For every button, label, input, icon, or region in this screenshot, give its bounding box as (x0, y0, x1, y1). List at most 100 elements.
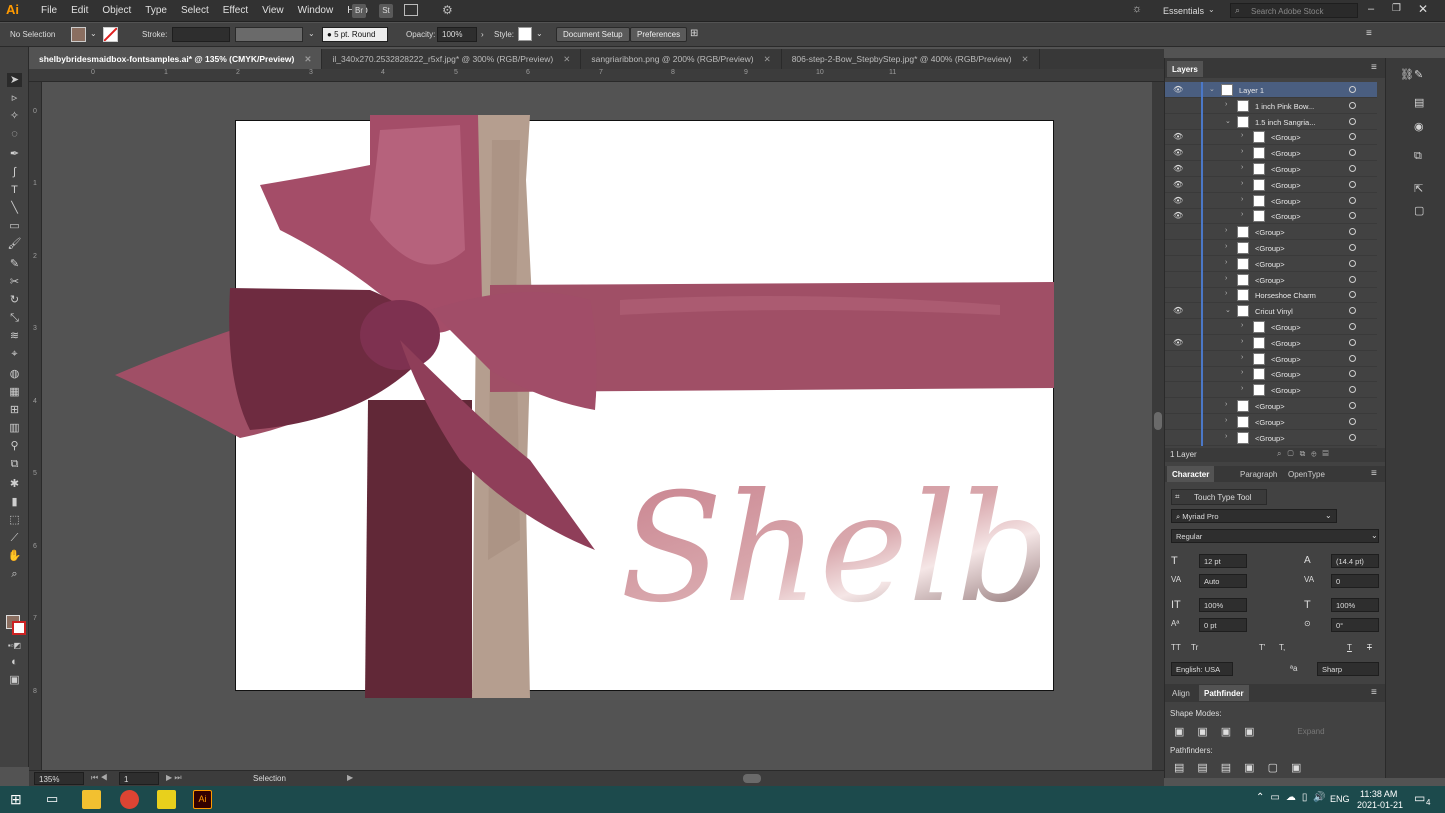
illustrator-taskbar-icon[interactable]: Ai (193, 790, 212, 809)
system-tray-icons[interactable]: ⌃▭☁▯🔊 (1256, 792, 1332, 803)
blend-tool-icon[interactable]: ⧉ (7, 457, 22, 471)
chevron-right-icon[interactable]: › (1241, 322, 1243, 329)
layer-row[interactable]: 👁 › <Group> (1165, 161, 1377, 177)
fill-swatch[interactable] (71, 27, 86, 42)
visibility-eye-icon[interactable]: 👁 (1173, 85, 1183, 94)
tab-pathfinder[interactable]: Pathfinder (1199, 685, 1249, 701)
zoom-field[interactable]: 135% (34, 772, 84, 785)
underline-button[interactable]: T (1347, 643, 1352, 652)
layer-row[interactable]: › <Group> (1165, 319, 1377, 335)
color-mode-icon[interactable]: ▪▫◩ (7, 639, 22, 653)
target-circle-icon[interactable] (1349, 259, 1356, 267)
tab-align[interactable]: Align (1167, 685, 1195, 701)
horizontal-scroll-thumb[interactable] (743, 774, 761, 783)
font-style-field[interactable]: Regular (1171, 529, 1379, 543)
doc-tab-1[interactable]: shelbybridesmaidbox-fontsamples.ai* @ 13… (29, 49, 323, 69)
eyedropper-tool-icon[interactable]: ⚲ (7, 439, 22, 453)
chevron-right-icon[interactable]: › (1225, 417, 1227, 424)
stroke-swatch[interactable] (103, 27, 118, 42)
export-icon[interactable]: ⇱ (1414, 182, 1423, 195)
arrange-icon[interactable]: ⊞ (690, 28, 698, 39)
chevron-down-icon[interactable]: ⌄ (1225, 117, 1231, 125)
close-icon[interactable]: ✕ (1418, 2, 1428, 16)
layer-row[interactable]: › <Group> (1165, 350, 1377, 367)
strikethrough-button[interactable]: T (1367, 643, 1372, 652)
chevron-right-icon[interactable]: › (1241, 132, 1243, 139)
chevron-right-icon[interactable]: › (1225, 259, 1227, 266)
rectangle-tool-icon[interactable]: ▭ (7, 219, 22, 233)
target-circle-icon[interactable] (1349, 117, 1356, 125)
close-icon[interactable]: ✕ (304, 54, 311, 64)
brush-definition[interactable]: ● 5 pt. Round (322, 27, 388, 42)
touch-type-tool-button[interactable]: ⌗ Touch Type Tool (1171, 489, 1267, 505)
target-circle-icon[interactable] (1349, 338, 1356, 346)
layer-row[interactable]: › <Group> (1165, 366, 1377, 383)
chevron-right-icon[interactable]: › (1225, 401, 1227, 408)
layer-row[interactable]: › 1 inch Pink Bow... (1165, 97, 1377, 114)
kerning-field[interactable]: Auto (1199, 574, 1247, 588)
warp-tool-icon[interactable]: ≋ (7, 329, 22, 343)
magic-wand-tool-icon[interactable]: ✧ (7, 109, 22, 123)
layer-row[interactable]: 👁 › <Group> (1165, 192, 1377, 209)
target-circle-icon[interactable] (1349, 244, 1356, 251)
vertical-scrollbar[interactable] (1152, 82, 1164, 770)
layer-row[interactable]: 👁 › <Group> (1165, 129, 1377, 146)
menu-file[interactable]: File (34, 5, 64, 16)
target-circle-icon[interactable] (1349, 149, 1356, 157)
chevron-right-icon[interactable]: › (1225, 275, 1227, 282)
layer-row[interactable]: › <Group> (1165, 413, 1377, 430)
curvature-tool-icon[interactable]: ∫ (7, 165, 22, 179)
lightbulb-icon[interactable]: ☼ (1132, 3, 1142, 15)
language-indicator[interactable]: ENG (1330, 794, 1350, 804)
status-menu-icon[interactable]: ▶ (347, 773, 353, 782)
layer-row[interactable]: 👁 ⌄ Cricut Vinyl (1165, 303, 1377, 320)
layer-row[interactable]: › <Group> (1165, 429, 1377, 446)
visibility-eye-icon[interactable]: 👁 (1173, 180, 1183, 189)
layer-row[interactable]: 👁 › <Group> (1165, 176, 1377, 193)
scissors-tool-icon[interactable]: ✂ (7, 275, 22, 289)
notification-icon[interactable]: ▭ (1414, 791, 1425, 805)
chevron-down-icon[interactable]: ⌄ (1209, 85, 1215, 93)
target-circle-icon[interactable] (1349, 275, 1356, 283)
scale-tool-icon[interactable]: ⤡ (7, 311, 22, 325)
superscript-button[interactable]: T' (1259, 643, 1265, 652)
visibility-eye-icon[interactable]: 👁 (1173, 306, 1183, 315)
target-circle-icon[interactable] (1349, 323, 1356, 330)
layer-row[interactable]: › <Group> (1165, 382, 1377, 399)
chevron-right-icon[interactable]: › (1225, 433, 1227, 440)
selection-tool-icon[interactable]: ➤ (7, 73, 22, 87)
workspace-switcher[interactable]: Essentials (1163, 6, 1204, 16)
doc-tab-2[interactable]: il_340x270.2532828222_r5xf.jpg* @ 300% (… (322, 49, 582, 69)
menu-view[interactable]: View (255, 5, 291, 16)
paintbrush-tool-icon[interactable]: 🖌 (7, 237, 22, 251)
chevron-right-icon[interactable]: › (1241, 369, 1243, 376)
layer-row[interactable]: 👁 ⌄ Layer 1 (1165, 82, 1377, 98)
chevron-down-icon[interactable]: ⌄ (308, 29, 315, 38)
panel-menu-icon[interactable]: ≡ (1371, 62, 1377, 73)
visibility-eye-icon[interactable]: 👁 (1173, 338, 1183, 347)
layer-row[interactable]: ⌄ 1.5 inch Sangria... (1165, 113, 1377, 130)
preferences-button[interactable]: Preferences (630, 27, 688, 42)
stock-button[interactable]: St (379, 4, 393, 18)
free-transform-tool-icon[interactable]: ⌖ (7, 347, 22, 361)
all-caps-button[interactable]: TT (1171, 643, 1181, 652)
target-circle-icon[interactable] (1349, 307, 1356, 315)
search-input[interactable]: Search Adobe Stock (1251, 7, 1324, 16)
tracking-field[interactable]: 0 (1331, 574, 1379, 588)
target-circle-icon[interactable] (1349, 180, 1356, 188)
font-family-field[interactable]: ⌕ Myriad Pro (1171, 509, 1337, 523)
windows-start-icon[interactable]: ⊞ (10, 791, 22, 808)
layer-row[interactable]: 👁 › <Group> (1165, 208, 1377, 225)
target-circle-icon[interactable] (1349, 433, 1356, 441)
menu-object[interactable]: Object (95, 5, 138, 16)
subscript-button[interactable]: T, (1279, 643, 1285, 652)
mesh-tool-icon[interactable]: ⊞ (7, 403, 22, 417)
artboard-nav-next-icon[interactable]: ▶ ⏭ (166, 773, 182, 783)
menu-window[interactable]: Window (291, 5, 341, 16)
panel-menu-icon[interactable]: ≡ (1366, 28, 1372, 39)
chevron-right-icon[interactable]: › (1241, 354, 1243, 361)
artboard-nav-first-icon[interactable]: ⏮ ◀ (91, 773, 108, 783)
target-circle-icon[interactable] (1349, 165, 1356, 172)
chevron-down-icon[interactable]: ⌄ (1371, 531, 1378, 540)
chevron-right-icon[interactable]: › (1241, 196, 1243, 203)
